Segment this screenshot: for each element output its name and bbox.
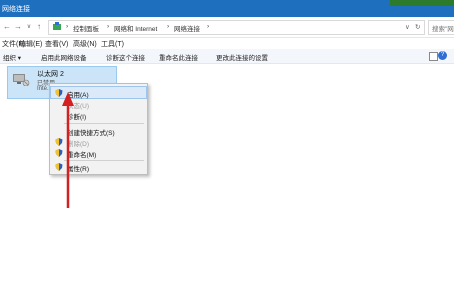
breadcrumb-separator: › <box>207 23 210 30</box>
menu-separator <box>64 123 144 124</box>
change-view-icon[interactable] <box>429 52 438 61</box>
menu-edit[interactable]: 编辑(E) <box>19 39 42 49</box>
uac-shield-icon <box>55 149 63 157</box>
uac-shield-icon <box>55 89 63 97</box>
uac-shield-icon <box>55 138 63 146</box>
menu-view[interactable]: 查看(V) <box>45 39 68 49</box>
menu-item-label: 属性(R) <box>67 166 90 173</box>
menu-tools[interactable]: 工具(T) <box>101 39 124 49</box>
enable-device-button[interactable]: 启用此网络设备 <box>41 52 87 62</box>
window-title: 网络连接 <box>2 6 30 13</box>
refresh-icon[interactable]: ↻ <box>415 23 420 31</box>
forward-icon[interactable]: → <box>13 21 23 33</box>
menu-bar: 文件(F) 编辑(E) 查看(V) 高级(N) 工具(T) <box>0 38 454 49</box>
menu-advanced[interactable]: 高级(N) <box>73 39 97 49</box>
breadcrumb-network-connections[interactable]: 网络连接 <box>174 23 200 33</box>
search-input[interactable]: 搜索"网络连接" <box>428 20 454 35</box>
breadcrumb-separator: › <box>107 23 110 30</box>
menu-item-diagnose[interactable]: 诊断(I) <box>51 109 146 121</box>
menu-item-properties[interactable]: 属性(R) <box>51 161 146 173</box>
address-bar: ← → ∨ ↑ › 控制面板 › 网络和 Internet › 网络连接 › ∨… <box>0 17 454 38</box>
path-dropdown-icon[interactable]: ∨ <box>405 23 410 31</box>
menu-item-create-shortcut[interactable]: 创建快捷方式(S) <box>51 125 146 137</box>
command-bar: 组织 ▾ 启用此网络设备 诊断这个连接 重命名此连接 更改此连接的设置 ? <box>0 49 454 64</box>
back-icon[interactable]: ← <box>2 21 12 33</box>
breadcrumb[interactable]: › 控制面板 › 网络和 Internet › 网络连接 › ∨ ↻ <box>48 20 425 35</box>
network-adapter-icon <box>13 74 30 86</box>
change-settings-button[interactable]: 更改此连接的设置 <box>216 52 268 62</box>
desktop-wallpaper-strip <box>390 0 454 6</box>
up-icon[interactable]: ↑ <box>34 21 44 33</box>
uac-shield-icon <box>55 163 63 171</box>
diagnose-connection-button[interactable]: 诊断这个连接 <box>106 52 145 62</box>
breadcrumb-control-panel[interactable]: 控制面板 <box>73 23 99 33</box>
menu-item-rename[interactable]: 重命名(M) <box>51 147 146 159</box>
menu-item-delete[interactable]: 删除(D) <box>51 136 146 148</box>
search-placeholder: 搜索"网络连接" <box>432 26 454 33</box>
breadcrumb-network-internet[interactable]: 网络和 Internet <box>114 23 157 33</box>
help-icon[interactable]: ? <box>438 51 447 60</box>
rename-connection-button[interactable]: 重命名此连接 <box>159 52 198 62</box>
breadcrumb-separator: › <box>66 23 69 30</box>
menu-item-label: 诊断(I) <box>67 114 87 121</box>
recent-dropdown-icon[interactable]: ∨ <box>24 21 34 33</box>
control-panel-icon <box>53 22 61 30</box>
context-menu: 启用(A) 状态(U) 诊断(I) 创建快捷方式(S) 删除(D) 重命名(M)… <box>49 83 148 175</box>
organize-button[interactable]: 组织 ▾ <box>3 52 21 62</box>
window-titlebar: 网络连接 <box>0 0 454 17</box>
breadcrumb-separator: › <box>167 23 170 30</box>
menu-item-status[interactable]: 状态(U) <box>51 98 146 110</box>
menu-item-label: 重命名(M) <box>67 152 97 159</box>
